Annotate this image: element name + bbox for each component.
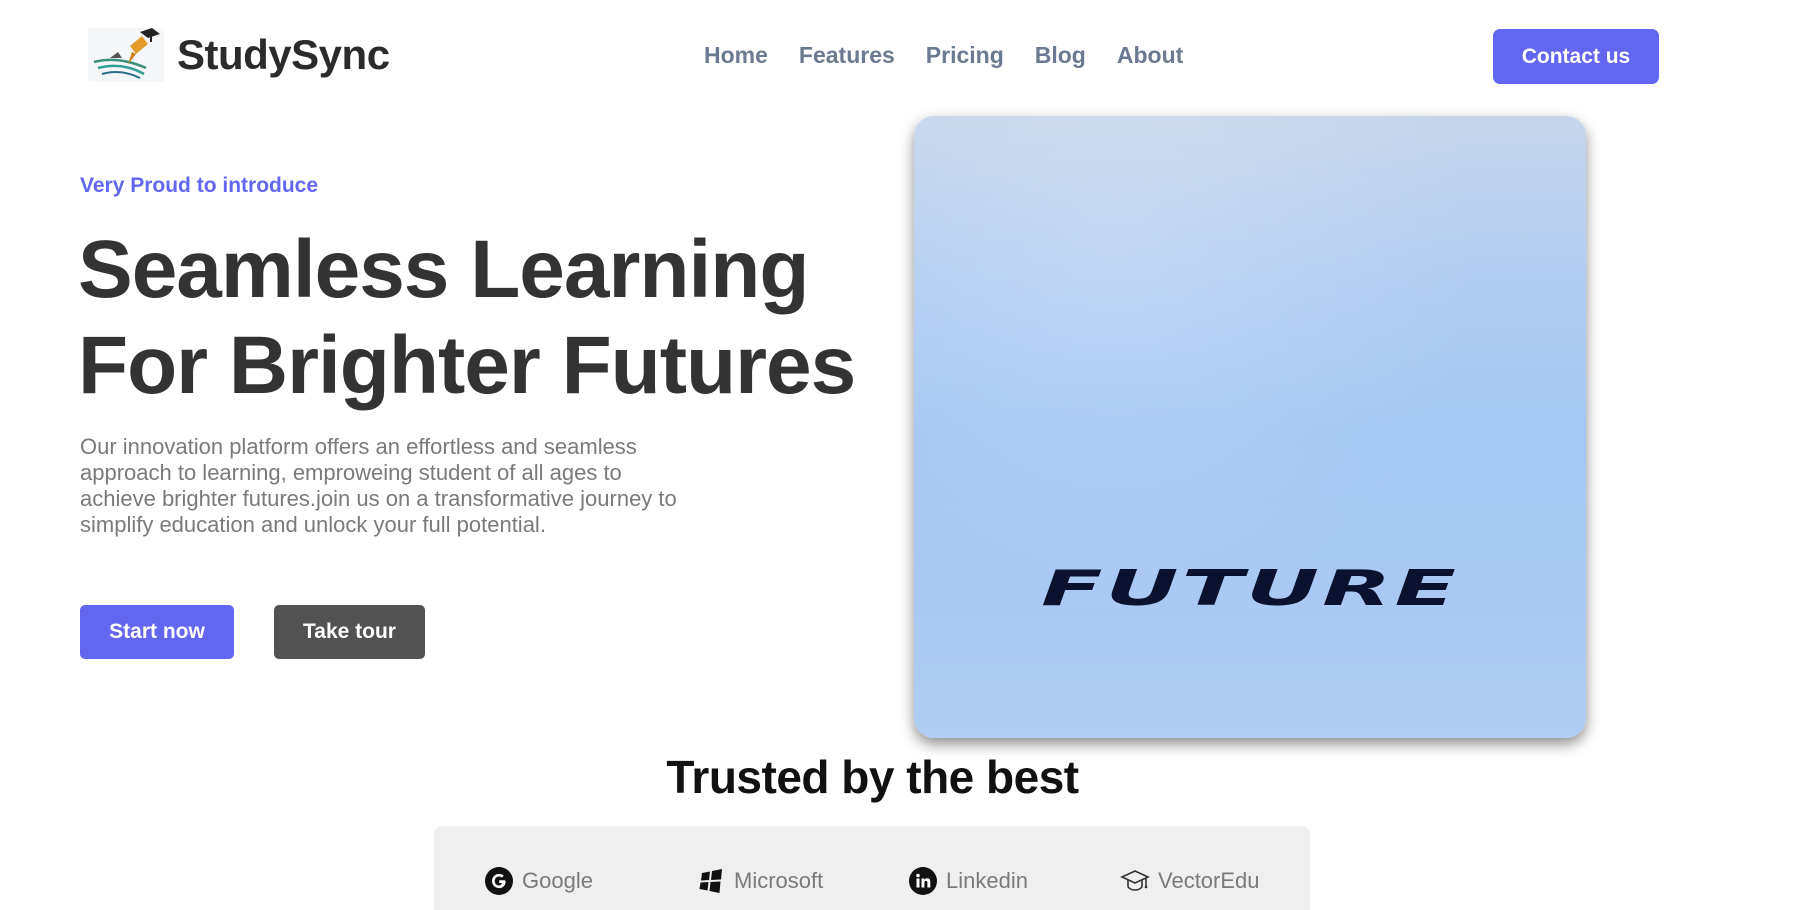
hero-title-line-1: Seamless Learning xyxy=(78,224,809,315)
nav-home[interactable]: Home xyxy=(704,42,768,69)
brand-name: StudySync xyxy=(177,31,390,78)
partner-name: Google xyxy=(522,868,593,893)
partner-name: Microsoft xyxy=(734,868,824,893)
hero-eyebrow: Very Proud to introduce xyxy=(80,174,319,197)
linkedin-icon xyxy=(908,866,938,896)
partner-microsoft: Microsoft xyxy=(696,866,823,896)
nav-features[interactable]: Features xyxy=(799,42,895,69)
partner-logos: Google Microsoft Linkedin VectorEdu xyxy=(434,826,1310,910)
graduation-cap-icon xyxy=(1120,866,1150,896)
google-icon xyxy=(484,866,514,896)
main-nav: Home Features Pricing Blog About xyxy=(704,42,1183,69)
studysync-logo-icon xyxy=(88,28,164,82)
hero-title: Seamless Learning For Brighter Futures xyxy=(78,222,878,414)
partner-name: Linkedin xyxy=(946,868,1028,893)
partner-name: VectorEdu xyxy=(1158,868,1260,893)
contact-button[interactable]: Contact us xyxy=(1493,29,1659,84)
hero-image: FUTURE xyxy=(914,116,1586,738)
partner-vectoredu: VectorEdu xyxy=(1120,866,1260,896)
start-now-button[interactable]: Start now xyxy=(80,605,234,659)
hero-image-haze xyxy=(914,116,1586,738)
nav-pricing[interactable]: Pricing xyxy=(926,42,1004,69)
brand-logo[interactable]: StudySync xyxy=(88,28,390,82)
partner-google: Google xyxy=(484,866,593,896)
nav-about[interactable]: About xyxy=(1117,42,1183,69)
windows-icon xyxy=(696,866,726,896)
partner-linkedin: Linkedin xyxy=(908,866,1028,896)
nav-blog[interactable]: Blog xyxy=(1035,42,1086,69)
hero-description: Our innovation platform offers an effort… xyxy=(80,434,677,537)
trusted-title: Trusted by the best xyxy=(666,751,1079,803)
take-tour-button[interactable]: Take tour xyxy=(274,605,425,659)
hero-title-line-2: For Brighter Futures xyxy=(78,320,856,411)
hero-image-word: FUTURE xyxy=(1040,559,1459,617)
